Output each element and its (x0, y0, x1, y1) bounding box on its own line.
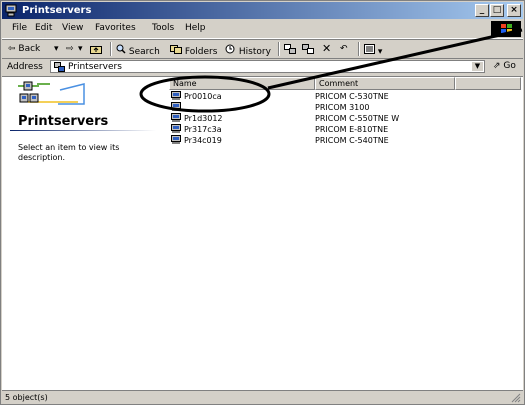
printer-server-icon (171, 113, 181, 122)
address-label: Address (7, 62, 43, 72)
windows-flag-icon (501, 24, 512, 33)
close-button[interactable]: × (507, 4, 521, 17)
up-folder-icon (90, 46, 102, 54)
status-bar: 5 object(s) (2, 390, 523, 404)
toolbar-separator (278, 42, 280, 56)
views-icon (364, 44, 375, 54)
toolbar-separator (110, 42, 112, 56)
back-button[interactable]: ⇦ Back (8, 44, 40, 54)
content-area: Printservers Select an item to view its … (2, 76, 523, 390)
explorer-window: Printservers _ □ × File Edit View Favori… (0, 0, 525, 405)
menu-edit[interactable]: Edit (35, 23, 52, 33)
views-button[interactable]: ▾ (364, 44, 382, 57)
item-comment: PRICOM C-550TNE W (315, 114, 400, 123)
item-name: Pr317c3a (184, 125, 222, 134)
status-text: 5 object(s) (5, 393, 48, 402)
up-folder-button[interactable] (90, 44, 102, 57)
toolbar: ⇦ Back ▾ ⇨ ▾ Search Folders History ✕ ↶ (2, 39, 523, 59)
menu-bar: File Edit View Favorites Tools Help (2, 20, 523, 39)
toolbar-separator (358, 42, 360, 56)
address-field[interactable]: Printservers ▼ (50, 60, 485, 73)
title-bar[interactable]: Printservers _ □ × (2, 2, 523, 19)
history-button[interactable]: History (224, 44, 271, 57)
move-to-icon (284, 44, 296, 54)
pane-divider (10, 130, 156, 131)
address-bar: Address Printservers ▼ ⇗ Go (2, 58, 523, 76)
forward-button[interactable]: ⇨ (66, 44, 74, 54)
list-item[interactable]: Pr1d3012 PRICOM C-550TNE W (169, 113, 469, 124)
column-header-comment[interactable]: Comment (315, 77, 455, 90)
folders-button[interactable]: Folders (170, 44, 217, 57)
resize-grip-icon[interactable] (511, 393, 521, 403)
pane-title: Printservers (18, 114, 109, 129)
search-button[interactable]: Search (116, 44, 160, 57)
history-label: History (238, 47, 271, 57)
column-header-filler (455, 77, 521, 90)
minimize-button[interactable]: _ (475, 4, 489, 17)
back-dropdown-icon[interactable]: ▾ (54, 44, 59, 54)
go-icon: ⇗ (493, 61, 501, 71)
printer-server-icon (171, 135, 181, 144)
pane-description: Select an item to view its description. (18, 143, 120, 162)
undo-icon[interactable]: ↶ (340, 44, 348, 54)
search-icon (116, 44, 126, 54)
address-dropdown-icon[interactable]: ▼ (471, 62, 483, 71)
list-item[interactable]: PRICOM 3100 (169, 102, 469, 113)
go-button[interactable]: ⇗ Go (493, 61, 516, 71)
list-item[interactable]: Pr34c019 PRICOM C-540TNE (169, 135, 469, 146)
web-view-pane: Printservers Select an item to view its … (2, 77, 162, 390)
address-value: Printservers (68, 62, 122, 72)
folders-icon (170, 45, 182, 54)
maximize-button[interactable]: □ (490, 4, 504, 17)
computer-icon (5, 4, 17, 17)
move-to-button[interactable] (284, 44, 296, 57)
menu-view[interactable]: View (62, 23, 83, 33)
go-label: Go (503, 61, 516, 71)
network-banner (18, 81, 85, 105)
forward-dropdown-icon[interactable]: ▾ (78, 44, 83, 54)
delete-icon[interactable]: ✕ (322, 42, 331, 55)
menu-file[interactable]: File (12, 23, 27, 33)
list-item[interactable]: Pr0010ca PRICOM C-530TNE (169, 91, 469, 102)
menu-favorites[interactable]: Favorites (95, 23, 136, 33)
item-name: Pr1d3012 (184, 114, 223, 123)
item-comment: PRICOM 3100 (315, 103, 370, 112)
printer-server-icon (171, 102, 181, 111)
printer-server-icon (171, 124, 181, 133)
list-item[interactable]: Pr317c3a PRICOM E-810TNE (169, 124, 469, 135)
views-dropdown-icon: ▾ (377, 47, 383, 57)
printer-server-icon (54, 62, 65, 72)
item-comment: PRICOM C-530TNE (315, 92, 389, 101)
window-title: Printservers (22, 5, 92, 16)
item-comment: PRICOM E-810TNE (315, 125, 389, 134)
windows-logo (491, 21, 521, 37)
item-name: Pr0010ca (184, 92, 222, 101)
search-label: Search (128, 47, 160, 57)
item-name: Pr34c019 (184, 136, 222, 145)
history-icon (225, 44, 235, 54)
menu-tools[interactable]: Tools (152, 23, 174, 33)
menu-help[interactable]: Help (185, 23, 206, 33)
column-header-name[interactable]: Name (169, 77, 315, 90)
printer-server-icon (171, 91, 181, 100)
copy-to-button[interactable] (302, 44, 314, 57)
copy-to-icon (302, 44, 314, 54)
item-comment: PRICOM C-540TNE (315, 136, 389, 145)
folders-label: Folders (184, 47, 218, 57)
